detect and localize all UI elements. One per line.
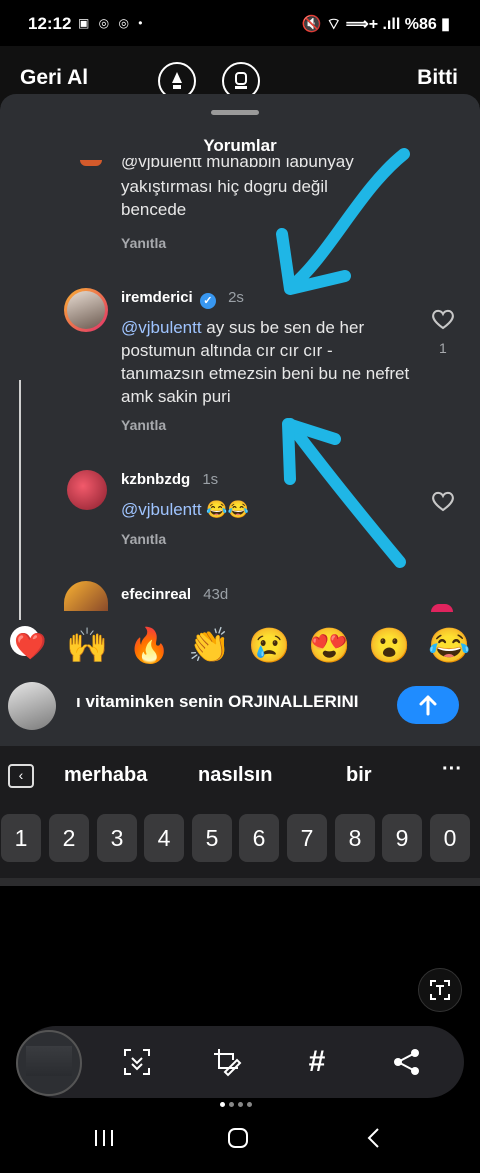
emoji-crying[interactable]: 😢: [248, 620, 290, 672]
key-8[interactable]: 8: [335, 814, 375, 862]
emoji-quick-bar: ❤️ 🙌 🔥 👏 😢 😍 😮 😂: [0, 620, 480, 676]
pen-icon: [172, 72, 182, 89]
keyboard-row-edge: [0, 878, 480, 886]
notification-icons: ▣ ◎ ◎ •: [78, 16, 146, 30]
emoji-raised-hands[interactable]: 🙌: [66, 620, 108, 672]
comment-input[interactable]: ı vitaminken senin ORJINALLERINI: [76, 692, 358, 712]
emoji-fire[interactable]: 🔥: [128, 620, 170, 672]
more-options-icon[interactable]: ···: [442, 758, 462, 781]
share-button[interactable]: [386, 1041, 428, 1083]
status-time: 12:12: [28, 14, 72, 33]
key-2[interactable]: 2: [49, 814, 89, 862]
crop-draw-button[interactable]: [206, 1041, 248, 1083]
emoji-surprised[interactable]: 😮: [368, 620, 410, 672]
scroll-capture-button[interactable]: [116, 1041, 158, 1083]
home-icon[interactable]: [226, 1126, 250, 1150]
key-4[interactable]: 4: [144, 814, 184, 862]
screenshot-thumbnail[interactable]: [16, 1030, 82, 1096]
key-7[interactable]: 7: [287, 814, 327, 862]
marker-icon: [235, 72, 247, 89]
suggestion-2[interactable]: nasılsın: [198, 764, 272, 787]
text-extract-button[interactable]: [418, 968, 462, 1012]
emoji-joy[interactable]: 😂: [428, 620, 470, 672]
key-5[interactable]: 5: [192, 814, 232, 862]
done-button[interactable]: Bitti: [417, 66, 458, 90]
collapse-toolbar-icon[interactable]: ‹: [8, 764, 34, 788]
emoji-heart-eyes[interactable]: 😍: [308, 620, 350, 672]
key-6[interactable]: 6: [239, 814, 279, 862]
undo-button[interactable]: Geri Al: [20, 66, 88, 90]
hashtag-icon[interactable]: #: [296, 1041, 338, 1083]
emoji-heart[interactable]: ❤️: [14, 620, 46, 672]
system-icons: 🔇 ⌔ ⟹+ .ıll %86 ▮: [301, 16, 450, 33]
key-0[interactable]: 0: [430, 814, 470, 862]
suggestion-1[interactable]: merhaba: [64, 764, 147, 787]
emoji-clap[interactable]: 👏: [188, 620, 230, 672]
share-icon: [394, 1049, 419, 1075]
screenshot-toolbar: #: [16, 1026, 464, 1098]
arrow-up-icon: [419, 695, 437, 716]
recent-apps-icon[interactable]: [92, 1126, 116, 1150]
crop-pen-icon: [214, 1049, 242, 1077]
avatar: [8, 682, 56, 730]
suggestion-3[interactable]: bir: [346, 764, 372, 787]
scroll-capture-icon: [124, 1049, 150, 1075]
text-scan-icon: [430, 980, 450, 1000]
key-3[interactable]: 3: [97, 814, 137, 862]
navigation-bar: [0, 1108, 480, 1173]
key-1[interactable]: 1: [1, 814, 41, 862]
send-button[interactable]: [397, 686, 459, 724]
suggestion-bar: ‹ merhaba nasılsın bir ···: [0, 746, 480, 804]
status-bar: 12:12 ▣ ◎ ◎ • 🔇 ⌔ ⟹+ .ıll %86 ▮: [0, 0, 480, 46]
key-9[interactable]: 9: [382, 814, 422, 862]
keyboard: ‹ merhaba nasılsın bir ··· 1 2 3 4 5 6 7…: [0, 746, 480, 886]
back-icon[interactable]: [362, 1126, 386, 1150]
